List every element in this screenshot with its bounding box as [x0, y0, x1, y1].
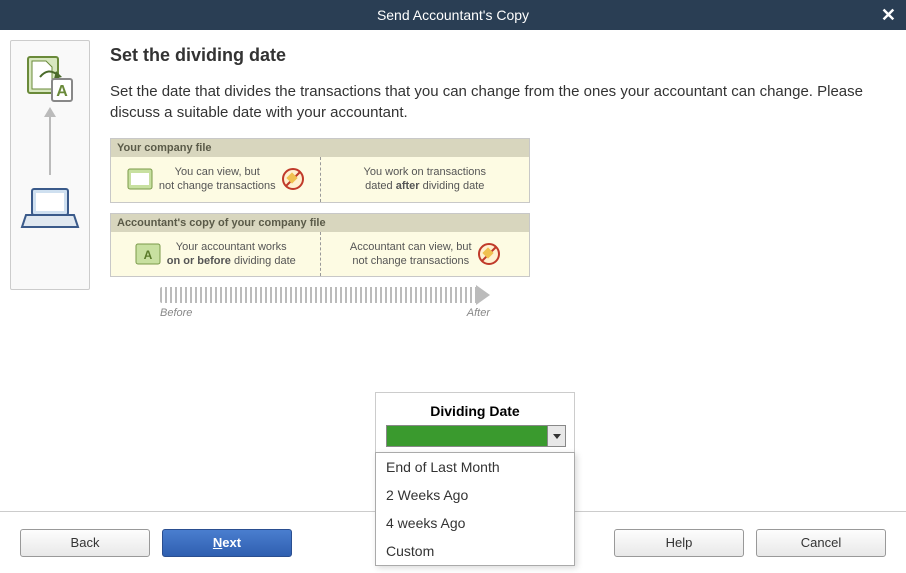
svg-text:A: A: [143, 248, 152, 262]
timeline: [110, 285, 530, 305]
timeline-before-label: Before: [160, 307, 192, 319]
dividing-date-dropdown[interactable]: End of Last Month 2 Weeks Ago 4 weeks Ag…: [375, 452, 575, 566]
file-a-icon: A: [24, 53, 76, 105]
no-edit-icon: [282, 168, 304, 190]
file-icon: [127, 168, 153, 190]
help-button[interactable]: Help: [614, 529, 744, 557]
diagram-text: You work on transactions dated after div…: [364, 165, 487, 194]
option-end-of-last-month[interactable]: End of Last Month: [376, 453, 574, 481]
timeline-arrow-icon: [476, 285, 490, 305]
arrow-up-icon: [49, 115, 51, 175]
svg-text:A: A: [56, 83, 68, 100]
timeline-after-label: After: [467, 307, 490, 319]
dividing-date-select[interactable]: [386, 425, 566, 447]
page-heading: Set the dividing date: [110, 45, 880, 66]
wizard-sidebar: A: [10, 40, 90, 290]
diagram-header: Your company file: [111, 139, 529, 157]
dialog-title: Send Accountant's Copy: [377, 7, 529, 23]
dialog-body: A Set the dividing date Set the date tha…: [0, 30, 906, 573]
option-custom[interactable]: Custom: [376, 537, 574, 565]
close-icon[interactable]: ✕: [881, 0, 896, 30]
dividing-date-diagram: Your company file You can view, but not …: [110, 138, 530, 319]
timeline-labels: Before After: [110, 305, 530, 319]
diagram-text: Accountant can view, but not change tran…: [350, 240, 472, 269]
no-edit-icon: [478, 243, 500, 265]
diagram-header: Accountant's copy of your company file: [111, 214, 529, 232]
timeline-bar: [160, 287, 478, 303]
next-button[interactable]: Next: [162, 529, 292, 557]
diagram-section-accountant: Accountant's copy of your company file A…: [110, 213, 530, 278]
dividing-date-value[interactable]: [387, 426, 547, 446]
option-4-weeks-ago[interactable]: 4 weeks Ago: [376, 509, 574, 537]
main-content: Set the dividing date Set the date that …: [110, 45, 880, 319]
dividing-date-label: Dividing Date: [386, 403, 564, 419]
chevron-down-icon[interactable]: [547, 426, 565, 446]
file-a-small-icon: A: [135, 243, 161, 265]
option-2-weeks-ago[interactable]: 2 Weeks Ago: [376, 481, 574, 509]
diagram-text: Your accountant works on or before divid…: [167, 240, 296, 269]
laptop-icon: [20, 185, 80, 231]
back-button[interactable]: Back: [20, 529, 150, 557]
titlebar: Send Accountant's Copy ✕: [0, 0, 906, 30]
diagram-text: You can view, but not change transaction…: [159, 165, 276, 194]
cancel-button[interactable]: Cancel: [756, 529, 886, 557]
diagram-section-company: Your company file You can view, but not …: [110, 138, 530, 203]
page-description: Set the date that divides the transactio…: [110, 81, 880, 123]
